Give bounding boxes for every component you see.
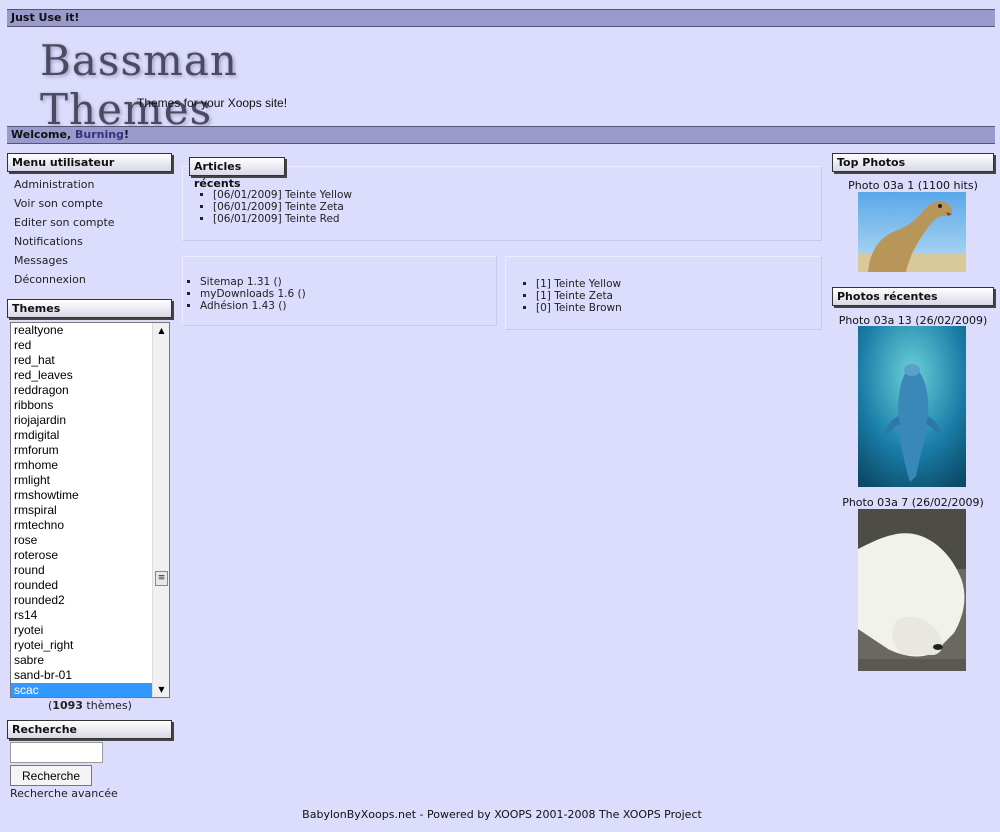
- theme-option[interactable]: sand-br-01: [11, 668, 152, 683]
- site-logo[interactable]: Bassman Themes Themes for your Xoops sit…: [40, 36, 380, 134]
- logo-title: Bassman Themes: [40, 36, 238, 134]
- theme-option[interactable]: rounded2: [11, 593, 152, 608]
- theme-option[interactable]: rmtechno: [11, 518, 152, 533]
- theme-option[interactable]: rmshowtime: [11, 488, 152, 503]
- modules-list: Sitemap 1.31 () myDownloads 1.6 () Adhés…: [183, 276, 496, 312]
- theme-option[interactable]: ribbons: [11, 398, 152, 413]
- theme-option[interactable]: rmlight: [11, 473, 152, 488]
- polar-bear-photo-icon[interactable]: [858, 509, 966, 671]
- scroll-thumb[interactable]: ≡: [155, 571, 168, 586]
- theme-option[interactable]: sabre: [11, 653, 152, 668]
- welcome-prefix: Welcome,: [11, 128, 75, 141]
- theme-option[interactable]: red: [11, 338, 152, 353]
- module-item[interactable]: myDownloads 1.6 (): [200, 288, 496, 300]
- module-item[interactable]: Sitemap 1.31 (): [200, 276, 496, 288]
- top-photos-title: Top Photos: [832, 153, 994, 172]
- menu-item-administration[interactable]: Administration: [14, 177, 115, 196]
- themes-listbox[interactable]: realtyone red red_hat red_leaves reddragon ri…: [10, 322, 170, 698]
- menu-item-notifications[interactable]: Notifications: [14, 234, 115, 253]
- theme-option[interactable]: rmspiral: [11, 503, 152, 518]
- theme-option[interactable]: rs14: [11, 608, 152, 623]
- search-title: Recherche: [7, 720, 172, 739]
- welcome-bar: Welcome, Burning!: [7, 126, 995, 144]
- theme-option[interactable]: rmdigital: [11, 428, 152, 443]
- count-item[interactable]: [0] Teinte Brown: [536, 302, 821, 314]
- theme-option[interactable]: round: [11, 563, 152, 578]
- footer-text: BabylonByXoops.net - Powered by XOOPS 20…: [302, 808, 702, 821]
- user-menu: Administration Voir son compte Editer so…: [14, 177, 115, 291]
- theme-option[interactable]: ryotei_right: [11, 638, 152, 653]
- theme-counts-panel: [1] Teinte Yellow [1] Teinte Zeta [0] Te…: [505, 256, 822, 330]
- recent-articles-panel: [06/01/2009] Teinte Yellow [06/01/2009] …: [182, 166, 822, 241]
- themes-count-suffix: thèmes): [82, 699, 132, 712]
- search-button[interactable]: Recherche: [10, 765, 92, 786]
- scroll-down-arrow-icon[interactable]: ▼: [153, 682, 169, 697]
- theme-option[interactable]: rose: [11, 533, 152, 548]
- count-item[interactable]: [1] Teinte Zeta: [536, 290, 821, 302]
- theme-option[interactable]: rmhome: [11, 458, 152, 473]
- menu-item-edit-account[interactable]: Editer son compte: [14, 215, 115, 234]
- menu-item-view-account[interactable]: Voir son compte: [14, 196, 115, 215]
- top-photo-caption[interactable]: Photo 03a 1 (1100 hits): [831, 179, 995, 192]
- camel-photo-icon[interactable]: [858, 192, 966, 272]
- recent-photos-title: Photos récentes: [832, 287, 994, 306]
- themes-count: (1093 thèmes): [10, 699, 170, 712]
- theme-option[interactable]: roterose: [11, 548, 152, 563]
- modules-panel: Sitemap 1.31 () myDownloads 1.6 () Adhés…: [182, 256, 497, 326]
- top-bar-label: Just Use it!: [11, 11, 80, 24]
- recent-articles-title: Articles récents: [189, 157, 285, 190]
- article-item[interactable]: [06/01/2009] Teinte Zeta: [213, 201, 821, 213]
- menu-item-logout[interactable]: Déconnexion: [14, 272, 115, 291]
- scroll-up-arrow-icon[interactable]: ▲: [153, 323, 169, 338]
- advanced-search-link[interactable]: Recherche avancée: [10, 787, 118, 800]
- theme-option[interactable]: riojajardin: [11, 413, 152, 428]
- article-item[interactable]: [06/01/2009] Teinte Yellow: [213, 189, 821, 201]
- theme-option[interactable]: ryotei: [11, 623, 152, 638]
- theme-option[interactable]: rmforum: [11, 443, 152, 458]
- welcome-user-link[interactable]: Burning: [75, 128, 124, 141]
- theme-option[interactable]: rounded: [11, 578, 152, 593]
- recent-photo-caption[interactable]: Photo 03a 7 (26/02/2009): [831, 496, 995, 509]
- user-menu-title: Menu utilisateur: [7, 153, 172, 172]
- theme-counts-list: [1] Teinte Yellow [1] Teinte Zeta [0] Te…: [506, 278, 821, 314]
- count-item[interactable]: [1] Teinte Yellow: [536, 278, 821, 290]
- article-item[interactable]: [06/01/2009] Teinte Red: [213, 213, 821, 225]
- theme-option[interactable]: realtyone: [11, 323, 152, 338]
- welcome-suffix: !: [123, 128, 129, 141]
- recent-articles-list: [06/01/2009] Teinte Yellow [06/01/2009] …: [183, 189, 821, 225]
- search-input[interactable]: [10, 742, 103, 763]
- top-bar: Just Use it!: [7, 9, 995, 27]
- dolphin-photo-icon[interactable]: [858, 326, 966, 487]
- themes-count-value: 1093: [52, 699, 83, 712]
- theme-option[interactable]: scac: [11, 683, 152, 697]
- theme-option[interactable]: red_hat: [11, 353, 152, 368]
- themes-scrollbar[interactable]: ▲ ≡ ▼: [152, 323, 169, 697]
- logo-subtitle: Themes for your Xoops site!: [137, 96, 288, 110]
- menu-item-messages[interactable]: Messages: [14, 253, 115, 272]
- theme-option[interactable]: red_leaves: [11, 368, 152, 383]
- theme-option[interactable]: reddragon: [11, 383, 152, 398]
- themes-title: Themes: [7, 299, 172, 318]
- module-item[interactable]: Adhésion 1.43 (): [200, 300, 496, 312]
